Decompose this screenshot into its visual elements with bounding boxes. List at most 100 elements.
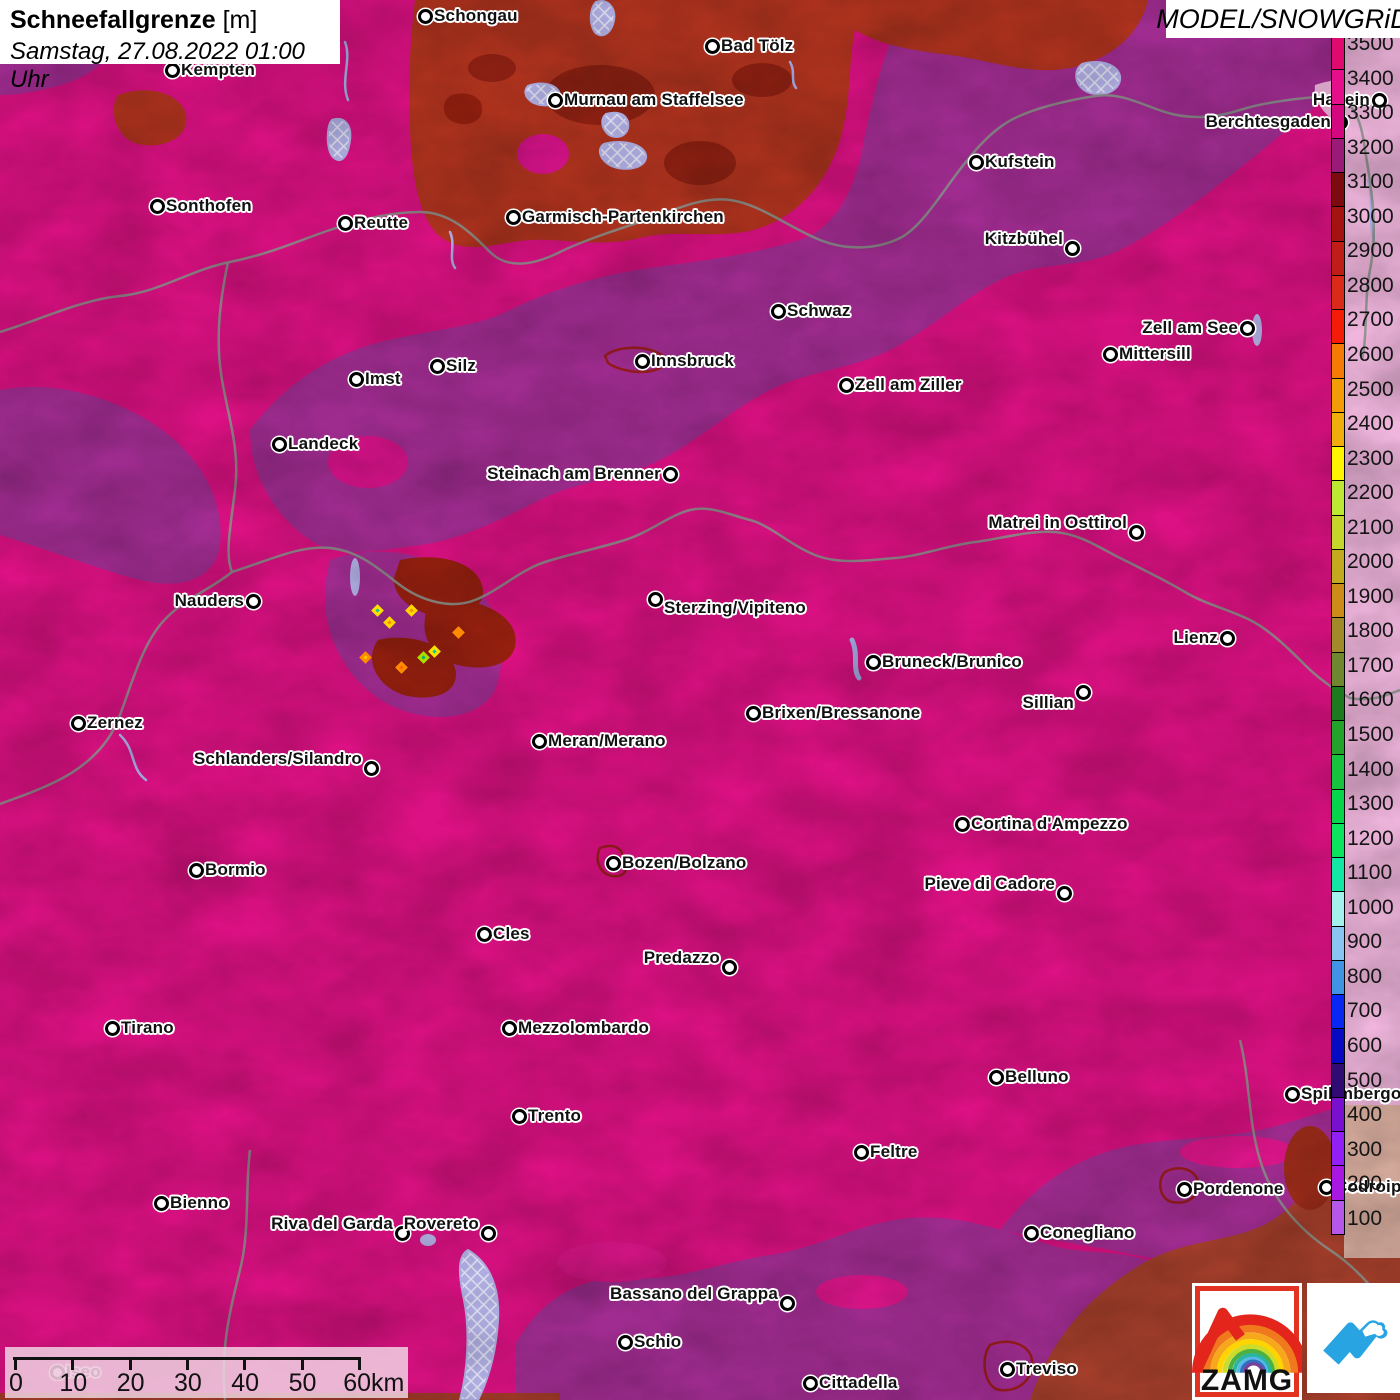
city-label-steinach-am-brenner: Steinach am Brenner	[487, 464, 661, 483]
city-dot-sillian	[1075, 684, 1091, 700]
city-dot-trento	[511, 1108, 527, 1124]
city-label-cittadella: Cittadella	[819, 1373, 898, 1392]
city-dot-zell-am-see	[1239, 320, 1255, 336]
city-dot-tirano	[104, 1020, 120, 1036]
city-dot-zernez	[70, 715, 86, 731]
model-label-box: MODEL/SNOWGRiD	[1156, 0, 1400, 38]
city-dot-garmisch-partenkirchen	[505, 209, 521, 225]
colorbar-segment-3300	[1332, 104, 1344, 139]
colorbar-segment-2900	[1332, 241, 1344, 276]
colorbar-segment-1500	[1332, 721, 1344, 756]
city-label-rovereto: Rovereto	[403, 1214, 479, 1233]
colorbar-segment-2400	[1332, 412, 1344, 447]
colorbar-segment-2300	[1332, 447, 1344, 482]
colorbar-segment-2600	[1332, 344, 1344, 379]
colorbar-segment-900	[1332, 926, 1344, 961]
city-dot-bormio	[188, 862, 204, 878]
city-dot-spilimbergo	[1284, 1086, 1300, 1102]
city-label-bormio: Bormio	[205, 860, 266, 879]
city-label-garmisch-partenkirchen: Garmisch-Partenkirchen	[522, 207, 724, 226]
city-dot-bozen-bolzano	[605, 855, 621, 871]
city-dot-silz	[429, 358, 445, 374]
map-title-unit: [m]	[222, 6, 258, 34]
map-title: Schneefallgrenze [m]	[10, 6, 330, 35]
city-label-sterzing-vipiteno: Sterzing/Vipiteno	[664, 598, 806, 617]
city-dot-sonthofen	[149, 198, 165, 214]
city-dot-pieve-di-cadore	[1056, 885, 1072, 901]
blue-mountain-icon	[1322, 1320, 1387, 1365]
colorbar-segment-1900	[1332, 584, 1344, 619]
city-dot-schwaz	[770, 303, 786, 319]
colorbar-label-500: 500	[1347, 1068, 1383, 1092]
colorbar-label-600: 600	[1347, 1033, 1383, 1057]
colorbar-label-2000: 2000	[1347, 550, 1394, 574]
city-dot-kitzb-hel	[1064, 240, 1080, 256]
city-dot-imst	[348, 371, 364, 387]
city-dot-meran-merano	[531, 733, 547, 749]
city-label-cles: Cles	[493, 924, 530, 943]
colorbar-label-3200: 3200	[1347, 135, 1394, 159]
scalebar-label-2: 20	[116, 1369, 145, 1397]
city-label-sillian: Sillian	[1022, 693, 1074, 712]
city-label-mittersill: Mittersill	[1119, 344, 1191, 363]
city-label-schongau: Schongau	[434, 6, 518, 25]
colorbar-segment-100	[1332, 1200, 1344, 1234]
colorbar-label-2800: 2800	[1347, 273, 1394, 297]
colorbar-segment-3000	[1332, 207, 1344, 242]
city-dot-steinach-am-brenner	[662, 466, 678, 482]
colorbar-label-1100: 1100	[1347, 861, 1393, 885]
colorbar-label-2200: 2200	[1347, 481, 1394, 505]
colorbar-label-2300: 2300	[1347, 446, 1394, 470]
scalebar-label-4: 40	[231, 1369, 260, 1397]
city-label-lienz: Lienz	[1173, 628, 1218, 647]
colorbar-label-2100: 2100	[1347, 515, 1394, 539]
colorbar-segment-400	[1332, 1097, 1344, 1132]
city-label-imst: Imst	[365, 369, 401, 388]
city-label-nauders: Nauders	[174, 591, 244, 610]
city-label-tirano: Tirano	[121, 1018, 174, 1037]
colorbar-segment-1100	[1332, 858, 1344, 893]
scalebar-label-6: 60km	[343, 1369, 405, 1397]
colorbar-segment-200	[1332, 1166, 1344, 1201]
city-label-bienno: Bienno	[170, 1193, 229, 1212]
city-label-meran-merano: Meran/Merano	[548, 731, 666, 750]
zamg-rainbow-icon	[1192, 1307, 1302, 1373]
city-dot-nauders	[245, 593, 261, 609]
colorbar-label-1900: 1900	[1347, 584, 1394, 608]
city-label-zell-am-ziller: Zell am Ziller	[855, 375, 962, 394]
city-dot-bad-t-lz	[704, 38, 720, 54]
city-dot-mezzolombardo	[501, 1020, 517, 1036]
colorbar-label-1600: 1600	[1347, 688, 1394, 712]
city-label-schwaz: Schwaz	[787, 301, 851, 320]
colorbar-label-2400: 2400	[1347, 412, 1394, 436]
colorbar-label-3300: 3300	[1347, 101, 1394, 125]
colorbar-label-800: 800	[1347, 964, 1383, 988]
model-label: MODEL/SNOWGRiD	[1156, 3, 1400, 34]
colorbar-segment-1000	[1332, 892, 1344, 927]
colorbar-segment-300	[1332, 1132, 1344, 1167]
colorbar-label-1800: 1800	[1347, 619, 1394, 643]
colorbar-segment-3100	[1332, 173, 1344, 208]
city-label-reutte: Reutte	[354, 213, 409, 232]
colorbar-segment-3500	[1332, 36, 1344, 71]
colorbar-label-700: 700	[1347, 999, 1383, 1023]
colorbar-segment-1200	[1332, 823, 1344, 858]
city-dot-feltre	[853, 1144, 869, 1160]
colorbar-segment-700	[1332, 995, 1344, 1030]
colorbar-segment-800	[1332, 960, 1344, 995]
colorbar-label-1200: 1200	[1347, 826, 1394, 850]
partner-logo-box	[1307, 1283, 1400, 1393]
city-label-kufstein: Kufstein	[985, 152, 1055, 171]
colorbar-label-1300: 1300	[1347, 792, 1394, 816]
map-title-parameter: Schneefallgrenze	[10, 6, 216, 34]
city-dot-conegliano	[1023, 1225, 1039, 1241]
city-dot-kufstein	[968, 154, 984, 170]
zamg-logo-text: ZAMG	[1200, 1364, 1294, 1397]
city-dot-belluno	[988, 1069, 1004, 1085]
colorbar-label-300: 300	[1347, 1137, 1383, 1161]
city-dot-matrei-in-osttirol	[1128, 524, 1144, 540]
city-label-berchtesgaden: Berchtesgaden	[1205, 112, 1331, 131]
city-dot-schongau	[417, 8, 433, 24]
colorbar-segment-2200	[1332, 481, 1344, 516]
city-label-kitzb-hel: Kitzbühel	[984, 229, 1063, 248]
